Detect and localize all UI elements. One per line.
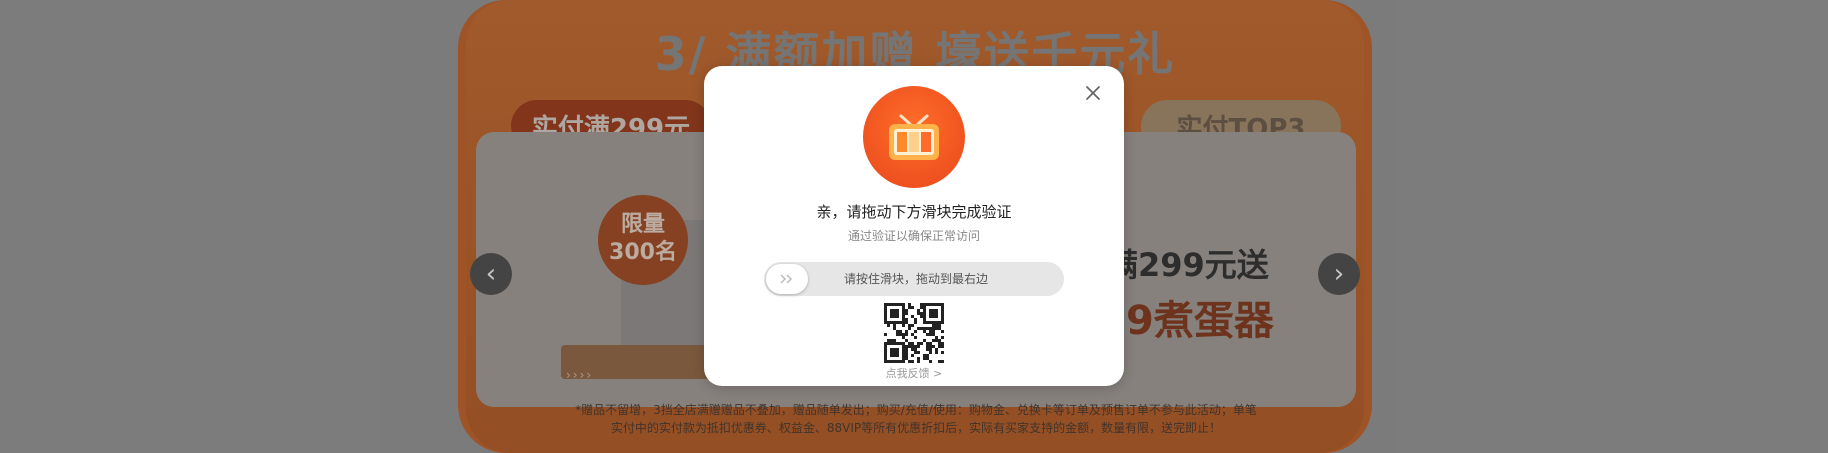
verification-modal: 亲，请拖动下方滑块完成验证 通过验证以确保正常访问 请按住滑块，拖动到最右边 点… (704, 66, 1124, 386)
qr-code-icon (884, 303, 944, 363)
modal-subtitle: 通过验证以确保正常访问 (847, 229, 980, 243)
double-chevron-right-icon (778, 270, 796, 289)
page-stage: 3/ 满额加赠 壕送千元礼 实付满299元 实付TOP3 限量 300名 ›››… (0, 0, 1828, 453)
slider-handle[interactable] (766, 264, 808, 294)
close-icon[interactable] (1082, 82, 1104, 104)
modal-title: 亲，请拖动下方滑块完成验证 (816, 203, 1012, 221)
slider-hint: 请按住滑块，拖动到最右边 (844, 272, 989, 286)
tv-icon (863, 86, 965, 188)
feedback-link[interactable]: 点我反馈 > (704, 365, 1124, 381)
slider-track[interactable]: 请按住滑块，拖动到最右边 (764, 262, 1064, 296)
